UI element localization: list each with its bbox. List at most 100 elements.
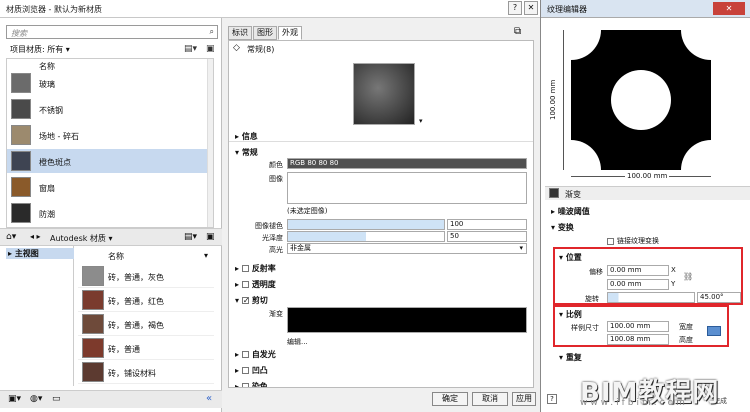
gloss-value[interactable]: 50 xyxy=(447,231,527,242)
section-general-label: 常规 xyxy=(241,148,258,157)
back-icon[interactable]: ◂ ▸ xyxy=(30,232,41,241)
section-self-illumination[interactable]: ▸ 自发光 xyxy=(235,349,276,360)
offset-x-field[interactable]: 0.00 mm xyxy=(607,265,669,276)
section-noise-threshold[interactable]: ▸ 噪波阈值 xyxy=(551,206,590,217)
link-transform-checkbox[interactable]: 链接纹理变换 xyxy=(607,236,659,246)
noise-label: 噪波阈值 xyxy=(557,207,590,216)
material-row[interactable]: 窗扇 xyxy=(7,175,213,199)
gloss-slider[interactable] xyxy=(287,231,445,242)
rotate-field[interactable]: 45.00° xyxy=(697,292,741,303)
highlight-value: 非金属 xyxy=(290,244,311,252)
apply-button[interactable]: 应用 xyxy=(512,392,536,406)
filter-label: 项目材质: 所有 xyxy=(10,45,64,54)
color-field[interactable]: RGB 80 80 80 xyxy=(287,158,527,169)
section-general[interactable]: ▾ 常规 xyxy=(235,147,258,158)
edit-link[interactable]: 编辑... xyxy=(287,337,308,347)
library-row[interactable]: 砖，普通，褐色 xyxy=(78,312,214,336)
asset-type-icon: ◇ xyxy=(233,43,240,53)
material-thumbnail xyxy=(11,125,31,145)
offset-label: 偏移 xyxy=(589,268,603,276)
corner-shape xyxy=(681,140,711,170)
section-bump[interactable]: ▸ 凹凸 xyxy=(235,365,268,376)
library-dropdown[interactable]: Autodesk 材质 ▾ xyxy=(50,233,112,244)
library-thumbnail xyxy=(82,290,104,310)
help-icon[interactable]: ? xyxy=(547,394,557,404)
library-toggle-icon[interactable]: ▣ xyxy=(206,232,215,242)
material-name: 不锈钢 xyxy=(39,106,63,115)
sample-size-label: 样例尺寸 xyxy=(571,324,599,332)
library-item-name: 砖，普通，灰色 xyxy=(108,273,164,282)
section-scale[interactable]: ▾ 比例 xyxy=(559,309,582,320)
browser-bottom-bar: ▣▾ ◍▾ ▭ « xyxy=(0,390,222,408)
material-row[interactable]: 玻璃 xyxy=(7,71,213,95)
library-row[interactable]: 砖，普通 xyxy=(78,336,214,360)
tab-identity[interactable]: 标识 xyxy=(228,26,252,40)
library-label: Autodesk 材质 xyxy=(50,234,106,243)
library-view-icon[interactable]: ▤▾ xyxy=(184,232,197,242)
library-item-name: 砖，普通，褐色 xyxy=(108,321,164,330)
lib-sort-icon[interactable]: ▾ xyxy=(204,251,208,260)
close-icon[interactable]: ✕ xyxy=(713,2,745,15)
material-list-scrollbar[interactable] xyxy=(207,59,213,227)
preview-options-icon[interactable]: ▾ xyxy=(419,117,423,125)
rotate-slider[interactable] xyxy=(607,292,695,303)
library-list: 名称 ▾ 砖，普通，灰色 砖，普通，红色 砖，普通，褐色 砖，普通 砖，铺设材料 xyxy=(78,246,214,386)
create-material-icon[interactable]: ▣▾ xyxy=(8,394,21,404)
library-row[interactable]: 砖，普通，红色 xyxy=(78,288,214,312)
filter-dropdown[interactable]: 项目材质: 所有 ▾ xyxy=(10,44,70,55)
library-item-name: 砖，普通 xyxy=(108,345,140,354)
section-transparency[interactable]: ▸ 透明度 xyxy=(235,279,276,290)
library-thumbnail xyxy=(82,314,104,334)
material-row[interactable]: 橙色斑点 xyxy=(7,149,213,173)
gloss-label: 光泽度 xyxy=(262,234,283,242)
highlight-label: 高光 xyxy=(269,246,283,254)
offset-y-field[interactable]: 0.00 mm xyxy=(607,279,669,290)
view-options-icon[interactable]: ▤▾ xyxy=(184,44,197,54)
divider xyxy=(229,141,533,142)
library-row[interactable]: 砖，铺设材料 xyxy=(78,360,214,384)
fade-slider[interactable] xyxy=(287,219,445,230)
cancel-button[interactable]: 取消 xyxy=(472,392,508,406)
material-row[interactable]: 场地 - 碎石 xyxy=(7,123,213,147)
center-circle-shape xyxy=(611,70,671,130)
section-reflectivity[interactable]: ▸ 反射率 xyxy=(235,263,276,274)
section-cutout-label: 剪切 xyxy=(251,296,268,305)
editor-icon[interactable]: ▭ xyxy=(52,394,61,404)
image-label: 图像 xyxy=(269,175,283,183)
tree-item-label: 主视图 xyxy=(14,249,39,258)
close-button[interactable]: ✕ xyxy=(524,1,538,15)
window-title: 材质浏览器 - 默认为新材质 xyxy=(6,5,102,14)
tab-graphics[interactable]: 图形 xyxy=(253,26,277,40)
image-slot[interactable] xyxy=(287,172,527,204)
tab-appearance[interactable]: 外观 xyxy=(278,26,302,40)
axis-y-label: Y xyxy=(671,280,676,288)
highlight-select[interactable]: 非金属 ▾ xyxy=(287,243,527,254)
search-input[interactable]: 搜索 ⌕ xyxy=(6,25,218,39)
section-bump-label: 凹凸 xyxy=(251,366,268,375)
home-icon[interactable]: ⌂▾ xyxy=(6,232,16,242)
material-row[interactable]: 不锈钢 xyxy=(7,97,213,121)
height-field[interactable]: 100.08 mm xyxy=(607,334,669,345)
section-transform[interactable]: ▾ 变换 xyxy=(551,222,574,233)
gradient-swatch xyxy=(549,188,559,198)
help-button[interactable]: ? xyxy=(508,1,522,15)
cutout-texture-slot[interactable] xyxy=(287,307,527,333)
link-chain-icon[interactable]: ⛓ xyxy=(683,272,693,281)
section-repeat[interactable]: ▾ 重复 xyxy=(559,352,582,363)
section-cutout[interactable]: ▾ ✓ 剪切 xyxy=(235,295,268,306)
asset-icon[interactable]: ◍▾ xyxy=(30,394,42,404)
fade-value[interactable]: 100 xyxy=(447,219,527,230)
section-position[interactable]: ▾ 位置 xyxy=(559,252,582,263)
library-row[interactable]: 砖，普通，灰色 xyxy=(78,264,214,288)
width-field[interactable]: 100.00 mm xyxy=(607,321,669,332)
tree-item-home[interactable]: ▸ 主视图 xyxy=(6,248,74,259)
toggle-library-icon[interactable]: ▣ xyxy=(206,44,215,54)
ok-button[interactable]: 确定 xyxy=(432,392,468,406)
section-tint[interactable]: ▸ 染色 xyxy=(235,381,268,387)
collapse-icon[interactable]: « xyxy=(206,393,212,404)
material-row[interactable]: 防潮 xyxy=(7,201,213,225)
search-icon: ⌕ xyxy=(209,27,214,36)
lock-aspect-button[interactable] xyxy=(707,326,721,336)
duplicate-asset-icon[interactable]: ⧉ xyxy=(514,26,521,37)
library-item-name: 砖，铺设材料 xyxy=(108,369,156,378)
